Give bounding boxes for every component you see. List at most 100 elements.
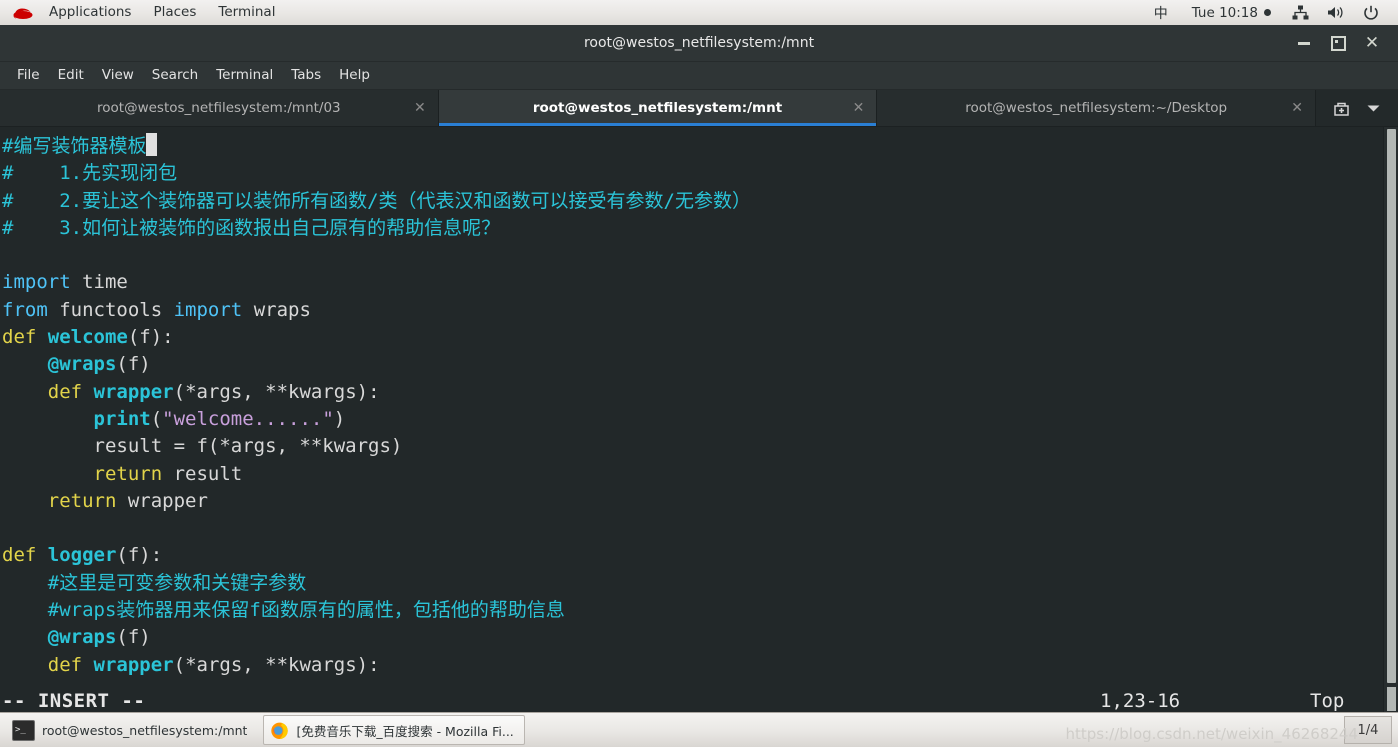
menu-help[interactable]: Help bbox=[330, 62, 379, 89]
code-token: (f) bbox=[116, 353, 151, 376]
clock[interactable]: Tue 10:18 bbox=[1180, 5, 1283, 21]
code-line: import time bbox=[2, 269, 751, 296]
network-icon[interactable] bbox=[1283, 0, 1318, 25]
tab-mnt-03[interactable]: root@westos_netfilesystem:/mnt/03 ✕ bbox=[0, 90, 439, 126]
close-icon[interactable]: ✕ bbox=[1358, 29, 1386, 57]
menu-search[interactable]: Search bbox=[143, 62, 207, 89]
vim-status-line: -- INSERT -- 1,23-16 Top bbox=[0, 687, 1398, 715]
code-token: return bbox=[93, 462, 163, 485]
menu-view[interactable]: View bbox=[93, 62, 143, 89]
code-line: def wrapper(*args, **kwargs): bbox=[2, 379, 751, 406]
redhat-logo-icon bbox=[0, 0, 38, 25]
code-token: from bbox=[2, 298, 48, 321]
tab-bar: root@westos_netfilesystem:/mnt/03 ✕ root… bbox=[0, 90, 1398, 127]
terminal-text-area[interactable]: #编写装饰器模板 # 1.先实现闭包 # 2.要让这个装饰器可以装饰所有函数/类（代… bbox=[0, 127, 1398, 687]
code-token: (*args, **kwargs): bbox=[173, 653, 380, 676]
code-token: def bbox=[2, 544, 37, 567]
code-token: (*args, **kwargs): bbox=[173, 380, 380, 403]
terminal-scrollbar-bottom[interactable] bbox=[1383, 687, 1398, 715]
code-token: result bbox=[162, 462, 243, 485]
menu-tabs[interactable]: Tabs bbox=[282, 62, 330, 89]
code-line: result = f(*args, **kwargs) bbox=[2, 433, 751, 460]
code-token: # 2.要让这个装饰器可以装饰所有函数/类（代表汉和函数可以接受有参数/无参数） bbox=[2, 189, 751, 212]
code-token: @wraps bbox=[47, 353, 117, 376]
code-line: def wrapper(*args, **kwargs): bbox=[2, 652, 751, 679]
code-token: (f): bbox=[127, 326, 174, 349]
tab-close-icon[interactable]: ✕ bbox=[414, 101, 426, 115]
code-token: def bbox=[47, 653, 83, 676]
workspace-switcher[interactable]: 1/4 bbox=[1344, 716, 1392, 744]
terminal-scrollbar-thumb[interactable] bbox=[1387, 129, 1396, 683]
code-token: #wraps装饰器用来保留f函数原有的属性，包括他的帮助信息 bbox=[2, 599, 565, 622]
top-panel-menu-places[interactable]: Places bbox=[142, 0, 207, 25]
code-token: print bbox=[93, 407, 151, 430]
new-tab-icon[interactable] bbox=[1326, 91, 1356, 125]
tab-mnt[interactable]: root@westos_netfilesystem:/mnt ✕ bbox=[438, 90, 878, 126]
tab-close-icon[interactable]: ✕ bbox=[1291, 101, 1303, 115]
code-line: return result bbox=[2, 461, 751, 488]
text-cursor bbox=[146, 133, 158, 156]
code-token: import bbox=[173, 298, 243, 321]
code-token: logger bbox=[47, 544, 117, 567]
window-title: root@westos_netfilesystem:/mnt bbox=[583, 35, 815, 51]
code-token: ( bbox=[150, 407, 163, 430]
taskbar-item-label: root@westos_netfilesystem:/mnt bbox=[42, 722, 248, 738]
top-panel-left: Applications Places Terminal bbox=[0, 0, 286, 25]
input-method-indicator[interactable]: 中 bbox=[1142, 3, 1180, 23]
tab-close-icon[interactable]: ✕ bbox=[853, 101, 865, 115]
minimize-icon[interactable] bbox=[1290, 29, 1318, 57]
code-token: #编写装饰器模板 bbox=[2, 135, 147, 157]
taskbar-item-firefox[interactable]: [免费音乐下载_百度搜索 - Mozilla Fi... bbox=[263, 715, 525, 745]
window-controls: ✕ bbox=[1290, 29, 1398, 57]
menu-edit[interactable]: Edit bbox=[49, 62, 93, 89]
top-panel-right: 中 Tue 10:18 bbox=[1142, 0, 1398, 25]
chevron-down-icon[interactable] bbox=[1358, 91, 1388, 125]
top-panel-menu-applications[interactable]: Applications bbox=[38, 0, 142, 25]
menubar: File Edit View Search Terminal Tabs Help bbox=[0, 62, 1398, 90]
code-line: #编写装饰器模板 bbox=[2, 133, 751, 160]
taskbar-item-terminal[interactable]: >_ root@westos_netfilesystem:/mnt bbox=[6, 716, 257, 744]
code-token: import bbox=[2, 271, 71, 294]
volume-icon[interactable] bbox=[1318, 0, 1354, 25]
code-token: "welcome......" bbox=[162, 407, 334, 430]
code-line: # 1.先实现闭包 bbox=[2, 160, 751, 187]
menu-file[interactable]: File bbox=[8, 62, 49, 89]
vim-mode-indicator: -- INSERT -- bbox=[2, 690, 146, 712]
maximize-icon[interactable] bbox=[1324, 29, 1352, 57]
code-line: return wrapper bbox=[2, 488, 751, 515]
code-token: wrapper bbox=[93, 380, 174, 403]
code-token: functools bbox=[47, 298, 174, 321]
power-icon[interactable] bbox=[1354, 0, 1388, 25]
tab-label: root@westos_netfilesystem:/mnt bbox=[532, 100, 783, 116]
code-token: (f): bbox=[116, 544, 163, 567]
code-line: from functools import wraps bbox=[2, 297, 751, 324]
code-line: print("welcome......") bbox=[2, 406, 751, 433]
tab-label: root@westos_netfilesystem:~/Desktop bbox=[965, 100, 1228, 116]
code-token: result = f(*args, **kwargs) bbox=[2, 435, 403, 458]
code-token: (f) bbox=[116, 626, 151, 649]
top-panel-menu-terminal[interactable]: Terminal bbox=[207, 0, 286, 25]
code-token: wrapper bbox=[116, 489, 208, 512]
code-token: wrapper bbox=[93, 653, 174, 676]
taskbar: >_ root@westos_netfilesystem:/mnt [免费音乐下… bbox=[0, 712, 1398, 747]
terminal-window: root@westos_netfilesystem:/mnt ✕ File Ed… bbox=[0, 25, 1398, 715]
code-line: @wraps(f) bbox=[2, 624, 751, 651]
tab-bar-actions bbox=[1316, 90, 1398, 126]
menu-terminal[interactable]: Terminal bbox=[207, 62, 282, 89]
code-token: time bbox=[70, 271, 128, 294]
code-line: #wraps装饰器用来保留f函数原有的属性，包括他的帮助信息 bbox=[2, 597, 751, 624]
vim-scroll-position: Top bbox=[1310, 690, 1345, 712]
tab-desktop[interactable]: root@westos_netfilesystem:~/Desktop ✕ bbox=[877, 90, 1317, 126]
terminal-scrollbar[interactable] bbox=[1383, 127, 1398, 687]
code-token: welcome bbox=[47, 326, 128, 349]
